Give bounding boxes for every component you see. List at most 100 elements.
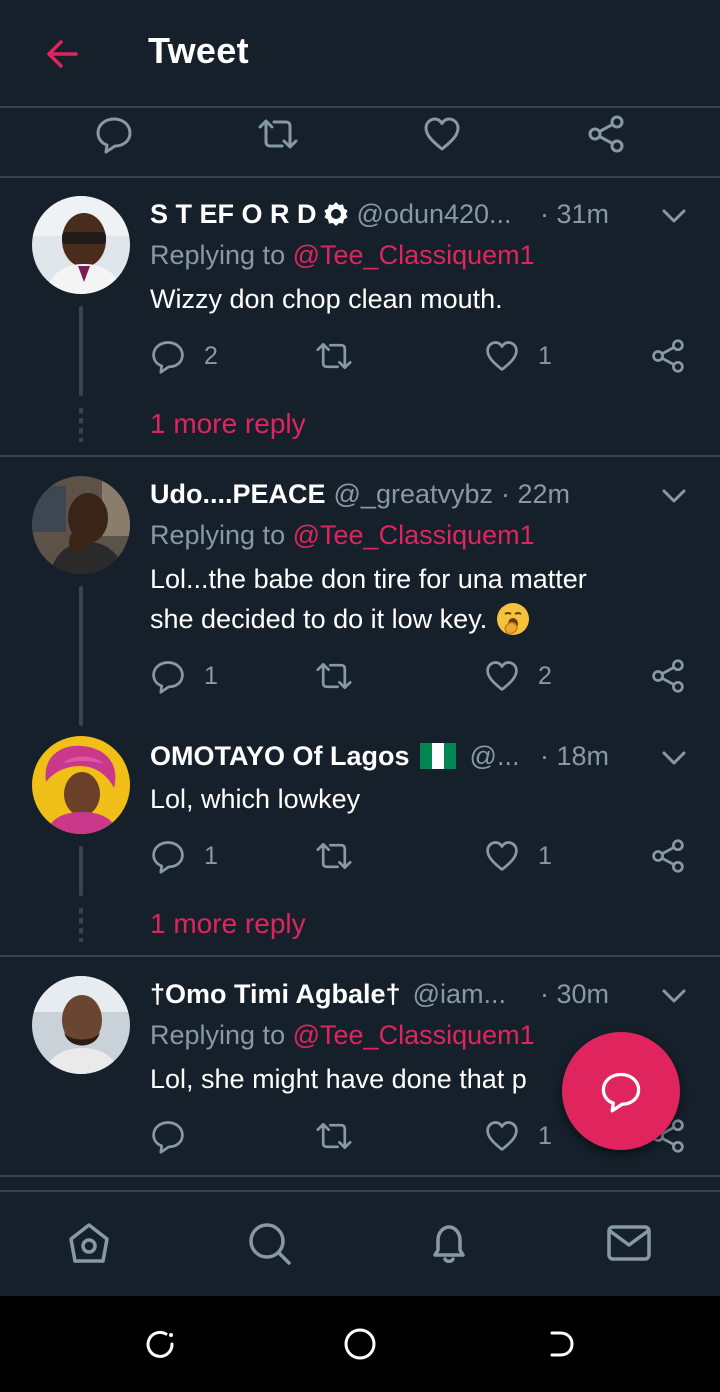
comment-icon — [152, 1121, 184, 1154]
retweet-button[interactable] — [314, 1116, 354, 1156]
back-system-icon — [550, 1331, 574, 1357]
share-icon — [652, 839, 684, 873]
share-icon — [588, 115, 624, 153]
home-icon — [69, 1223, 109, 1263]
handle: @... — [469, 740, 520, 771]
display-name[interactable]: OMOTAYO Of Lagos — [150, 741, 410, 772]
chevron-down-icon[interactable] — [660, 202, 688, 230]
divider — [0, 1175, 720, 1177]
thread-dots — [79, 908, 83, 942]
share-icon — [652, 339, 684, 373]
share-icon — [652, 659, 684, 693]
timestamp: · 18m — [540, 741, 610, 771]
reply-button[interactable]: 1 — [150, 656, 218, 696]
tweet-text: Lol...the babe don tire for una matter s… — [150, 559, 587, 639]
timestamp: · 30m — [540, 979, 610, 1009]
share-button[interactable] — [650, 336, 686, 376]
tweet-actions: 1 1 — [150, 836, 690, 876]
reply-count: 1 — [204, 841, 218, 870]
main-reply-button[interactable] — [92, 112, 136, 156]
share-button[interactable] — [650, 656, 686, 696]
back-system-button[interactable] — [542, 1326, 578, 1362]
heart-icon — [424, 117, 460, 151]
nav-home[interactable] — [64, 1218, 114, 1268]
nigeria-flag-icon — [419, 743, 456, 769]
mention-link[interactable]: @Tee_Classiquem1 — [293, 240, 535, 270]
more-replies-link[interactable]: 1 more reply — [150, 908, 306, 940]
replying-to: Replying to @Tee_Classiquem1 — [150, 1020, 535, 1051]
tweet-text: Wizzy don chop clean mouth. — [150, 284, 503, 314]
handle: @iam... — [412, 978, 506, 1009]
nav-messages[interactable] — [604, 1218, 654, 1268]
reply-count: 1 — [204, 661, 218, 690]
display-name[interactable]: S T EF O R D — [150, 199, 317, 230]
like-button[interactable]: 2 — [484, 656, 552, 696]
thread-line — [79, 306, 83, 396]
tweet-text: Lol, which lowkey — [150, 784, 361, 814]
handle: @_greatvybz — [333, 478, 493, 509]
handle: @odun420... — [356, 198, 512, 229]
reply-header: OMOTAYO Of Lagos @... — [150, 738, 519, 774]
timestamp: · 22m — [501, 478, 571, 509]
compose-reply-button[interactable] — [562, 1032, 680, 1150]
comment-icon — [152, 841, 184, 874]
tweet-text-line: she decided to do it low key. — [150, 604, 488, 634]
timestamp: · 31m — [540, 199, 610, 229]
comment-icon — [601, 1072, 641, 1113]
comment-icon — [96, 117, 132, 154]
home-system-button[interactable] — [342, 1326, 378, 1362]
like-count: 2 — [538, 661, 552, 690]
reply-button[interactable]: 1 — [150, 836, 218, 876]
main-retweet-button[interactable] — [256, 112, 300, 156]
share-button[interactable] — [650, 836, 686, 876]
circle-home-icon — [344, 1328, 376, 1360]
chevron-down-icon[interactable] — [660, 744, 688, 772]
recent-apps-button[interactable] — [142, 1326, 178, 1362]
chevron-down-icon[interactable] — [660, 482, 688, 510]
heart-icon — [486, 341, 518, 371]
retweet-icon — [316, 1122, 352, 1150]
verified-badge-icon — [324, 202, 348, 226]
more-replies-link[interactable]: 1 more reply — [150, 408, 306, 440]
replying-label: Replying to — [150, 240, 286, 270]
mention-link[interactable]: @Tee_Classiquem1 — [293, 520, 535, 550]
avatar[interactable] — [32, 196, 130, 294]
back-button[interactable] — [38, 30, 86, 78]
mention-link[interactable]: @Tee_Classiquem1 — [293, 1020, 535, 1050]
page-title: Tweet — [148, 30, 249, 71]
like-button[interactable]: 1 — [484, 336, 552, 376]
display-name[interactable]: †Omo Timi Agbale† — [150, 979, 401, 1010]
retweet-button[interactable] — [314, 336, 354, 376]
app-header: Tweet — [0, 0, 720, 108]
mail-icon — [607, 1225, 651, 1261]
arrow-left-icon — [47, 40, 78, 68]
nav-notifications[interactable] — [424, 1218, 474, 1268]
like-count: 1 — [538, 841, 552, 870]
heart-icon — [486, 661, 518, 691]
nav-search[interactable] — [244, 1218, 294, 1268]
replying-to: Replying to @Tee_Classiquem1 — [150, 520, 535, 551]
reply-header: †Omo Timi Agbale† @iam... — [150, 976, 506, 1012]
thread-dots — [79, 408, 83, 442]
avatar[interactable] — [32, 476, 130, 574]
retweet-button[interactable] — [314, 656, 354, 696]
tweet-text: Lol, she might have done that p — [150, 1064, 527, 1094]
main-share-button[interactable] — [584, 112, 628, 156]
replying-label: Replying to — [150, 520, 286, 550]
main-like-button[interactable] — [420, 112, 464, 156]
bottom-nav — [0, 1190, 720, 1298]
retweet-icon — [258, 119, 298, 149]
like-button[interactable]: 1 — [484, 836, 552, 876]
divider — [0, 455, 720, 457]
bell-icon — [433, 1225, 465, 1263]
chevron-down-icon[interactable] — [660, 982, 688, 1010]
avatar[interactable] — [32, 736, 130, 834]
reply-button[interactable] — [150, 1116, 186, 1156]
like-button[interactable]: 1 — [484, 1116, 552, 1156]
display-name[interactable]: Udo....PEACE — [150, 479, 326, 510]
reply-button[interactable]: 2 — [150, 336, 218, 376]
recent-apps-icon — [146, 1330, 174, 1358]
retweet-button[interactable] — [314, 836, 354, 876]
avatar[interactable] — [32, 976, 130, 1074]
search-icon — [249, 1223, 291, 1265]
